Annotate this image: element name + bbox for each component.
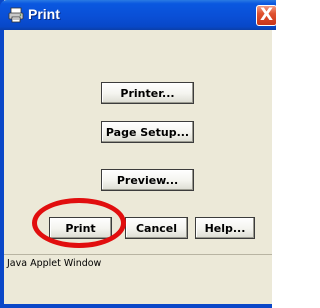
page-setup-button[interactable]: Page Setup... — [101, 121, 194, 143]
close-icon: X — [260, 5, 274, 25]
close-button[interactable]: X — [256, 5, 277, 26]
printer-icon — [8, 7, 24, 23]
dialog-content: Printer... Page Setup... Preview... Prin… — [4, 30, 272, 284]
printer-button[interactable]: Printer... — [101, 82, 194, 104]
preview-button[interactable]: Preview... — [101, 169, 194, 191]
print-button[interactable]: Print — [49, 217, 112, 239]
help-button[interactable]: Help... — [195, 217, 255, 239]
status-bar: Java Applet Window — [4, 254, 272, 274]
window-title: Print — [28, 6, 60, 22]
title-bar[interactable]: Print X — [0, 0, 277, 30]
cancel-button[interactable]: Cancel — [125, 217, 188, 239]
print-dialog-window: Print X Printer... Page Setup... Preview… — [0, 0, 277, 308]
